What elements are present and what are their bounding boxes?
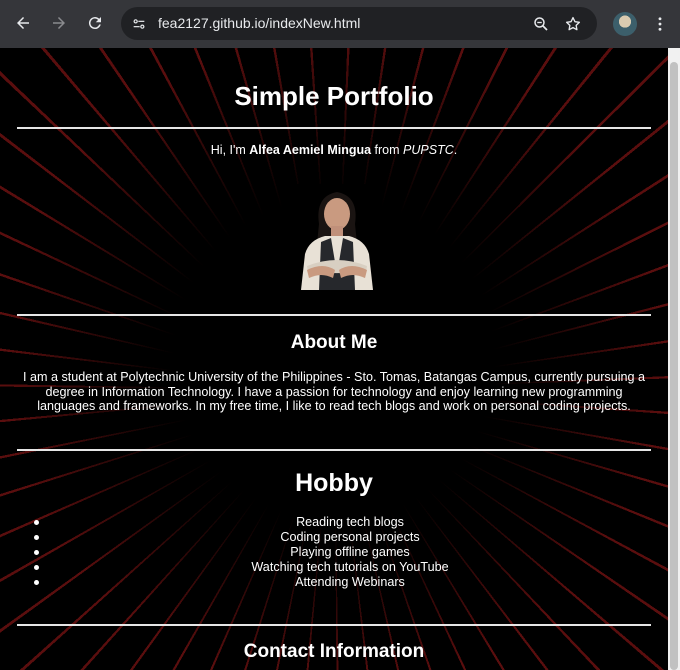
arrow-right-icon: [53, 17, 65, 29]
author-name: Alfea Aemiel Mingua: [249, 143, 372, 157]
about-text: I am a student at Polytechnic University…: [22, 370, 646, 413]
list-item: Coding personal projects: [17, 530, 651, 545]
reload-button[interactable]: [82, 10, 108, 36]
forward-button[interactable]: [46, 10, 72, 36]
intro-text: Hi, I'm Alfea Aemiel Mingua from PUPSTC.: [17, 142, 651, 158]
star-icon: [565, 16, 581, 31]
url-text[interactable]: fea2127.github.io/indexNew.html: [158, 15, 360, 31]
back-button[interactable]: [10, 10, 36, 36]
kebab-menu-icon: [658, 17, 662, 31]
tune-icon: [133, 19, 145, 29]
list-item: Watching tech tutorials on YouTube: [17, 560, 651, 575]
list-item: Attending Webinars: [17, 575, 651, 590]
bookmark-button[interactable]: [563, 14, 583, 34]
menu-button[interactable]: [648, 12, 672, 36]
about-heading: About Me: [290, 332, 378, 353]
list-item: Playing offline games: [17, 545, 651, 560]
intro-middle: from: [371, 143, 404, 157]
scrollbar-thumb[interactable]: [670, 62, 678, 670]
site-info-button[interactable]: [129, 14, 149, 34]
hobby-list: Reading tech blogs Coding personal proje…: [17, 515, 651, 590]
divider: [17, 624, 651, 626]
divider: [17, 127, 651, 129]
zoom-out-icon: [534, 17, 548, 31]
page-title: Simple Portfolio: [234, 81, 434, 111]
arrow-left-icon: [17, 17, 29, 29]
profile-photo: [293, 184, 381, 290]
page-viewport: Simple Portfolio Hi, I'm Alfea Aemiel Mi…: [0, 48, 668, 670]
browser-toolbar: fea2127.github.io/indexNew.html: [0, 0, 680, 48]
zoom-button[interactable]: [531, 14, 551, 34]
divider: [17, 314, 651, 316]
divider: [17, 449, 651, 451]
intro-prefix: Hi, I'm: [210, 143, 250, 157]
contact-heading: Contact Information: [243, 641, 425, 662]
reload-icon: [88, 17, 101, 30]
list-item: Reading tech blogs: [17, 515, 651, 530]
intro-suffix: .: [453, 143, 458, 157]
address-bar[interactable]: fea2127.github.io/indexNew.html: [121, 7, 597, 40]
profile-avatar[interactable]: [613, 12, 637, 36]
hobby-heading: Hobby: [295, 469, 373, 497]
school-name: PUPSTC: [403, 143, 454, 157]
